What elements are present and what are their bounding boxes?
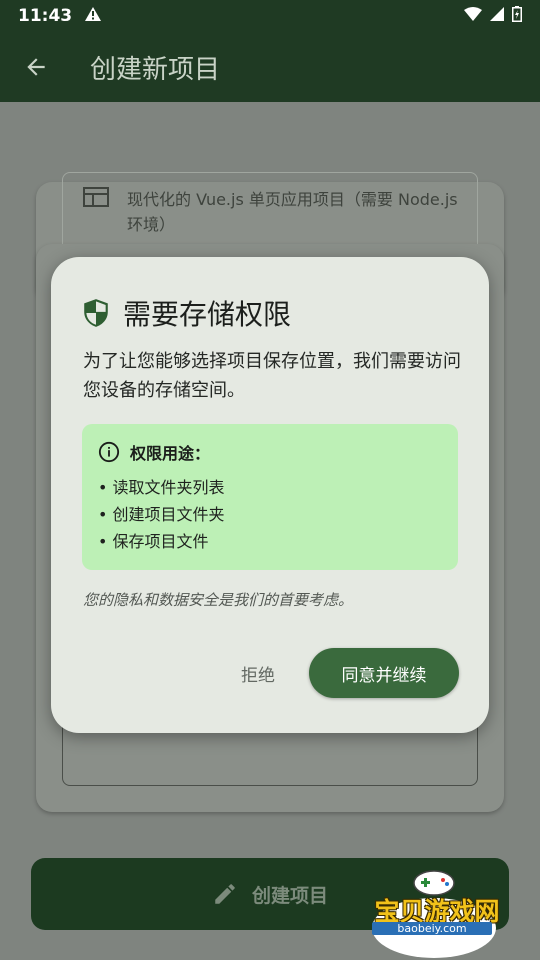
- shield-icon: [84, 299, 108, 327]
- usage-heading-label: 权限用途：: [130, 444, 211, 463]
- battery-icon: [512, 5, 522, 27]
- dialog-message: 为了让您能够选择项目保存位置，我们需要访问您设备的存储空间。: [83, 351, 461, 401]
- permission-dialog: 需要存储权限 为了让您能够选择项目保存位置，我们需要访问您设备的存储空间。 权限…: [51, 257, 489, 733]
- reject-button[interactable]: 拒绝: [227, 648, 289, 698]
- app-bar: 创建新项目: [0, 32, 540, 102]
- signal-icon: [490, 6, 504, 26]
- accept-button[interactable]: 同意并继续: [309, 648, 459, 698]
- status-bar: 11:43: [0, 0, 540, 32]
- list-item: 创建项目文件夹: [98, 501, 442, 528]
- usage-list: 读取文件夹列表 创建项目文件夹 保存项目文件: [98, 474, 442, 555]
- usage-heading: 权限用途：: [98, 440, 442, 464]
- watermark-logo: 宝贝游戏网 baobeiy.com: [362, 862, 512, 958]
- list-item: 保存项目文件: [98, 528, 442, 555]
- list-item: 读取文件夹列表: [98, 474, 442, 501]
- alert-icon: [84, 6, 102, 27]
- usage-info-box: 权限用途： 读取文件夹列表 创建项目文件夹 保存项目文件: [82, 424, 458, 570]
- back-button[interactable]: [0, 32, 72, 102]
- wifi-icon: [464, 6, 482, 26]
- dialog-header: 需要存储权限: [83, 293, 291, 333]
- status-time: 11:43: [18, 6, 73, 26]
- info-icon: [98, 441, 120, 463]
- pencil-icon: [215, 884, 235, 904]
- privacy-note: 您的隐私和数据安全是我们的首要考虑。: [83, 591, 354, 609]
- dialog-title: 需要存储权限: [123, 298, 292, 331]
- page-title: 创建新项目: [90, 54, 221, 85]
- arrow-back-icon: [27, 58, 45, 76]
- create-project-label: 创建项目: [251, 884, 328, 907]
- watermark-url: baobeiy.com: [372, 922, 492, 935]
